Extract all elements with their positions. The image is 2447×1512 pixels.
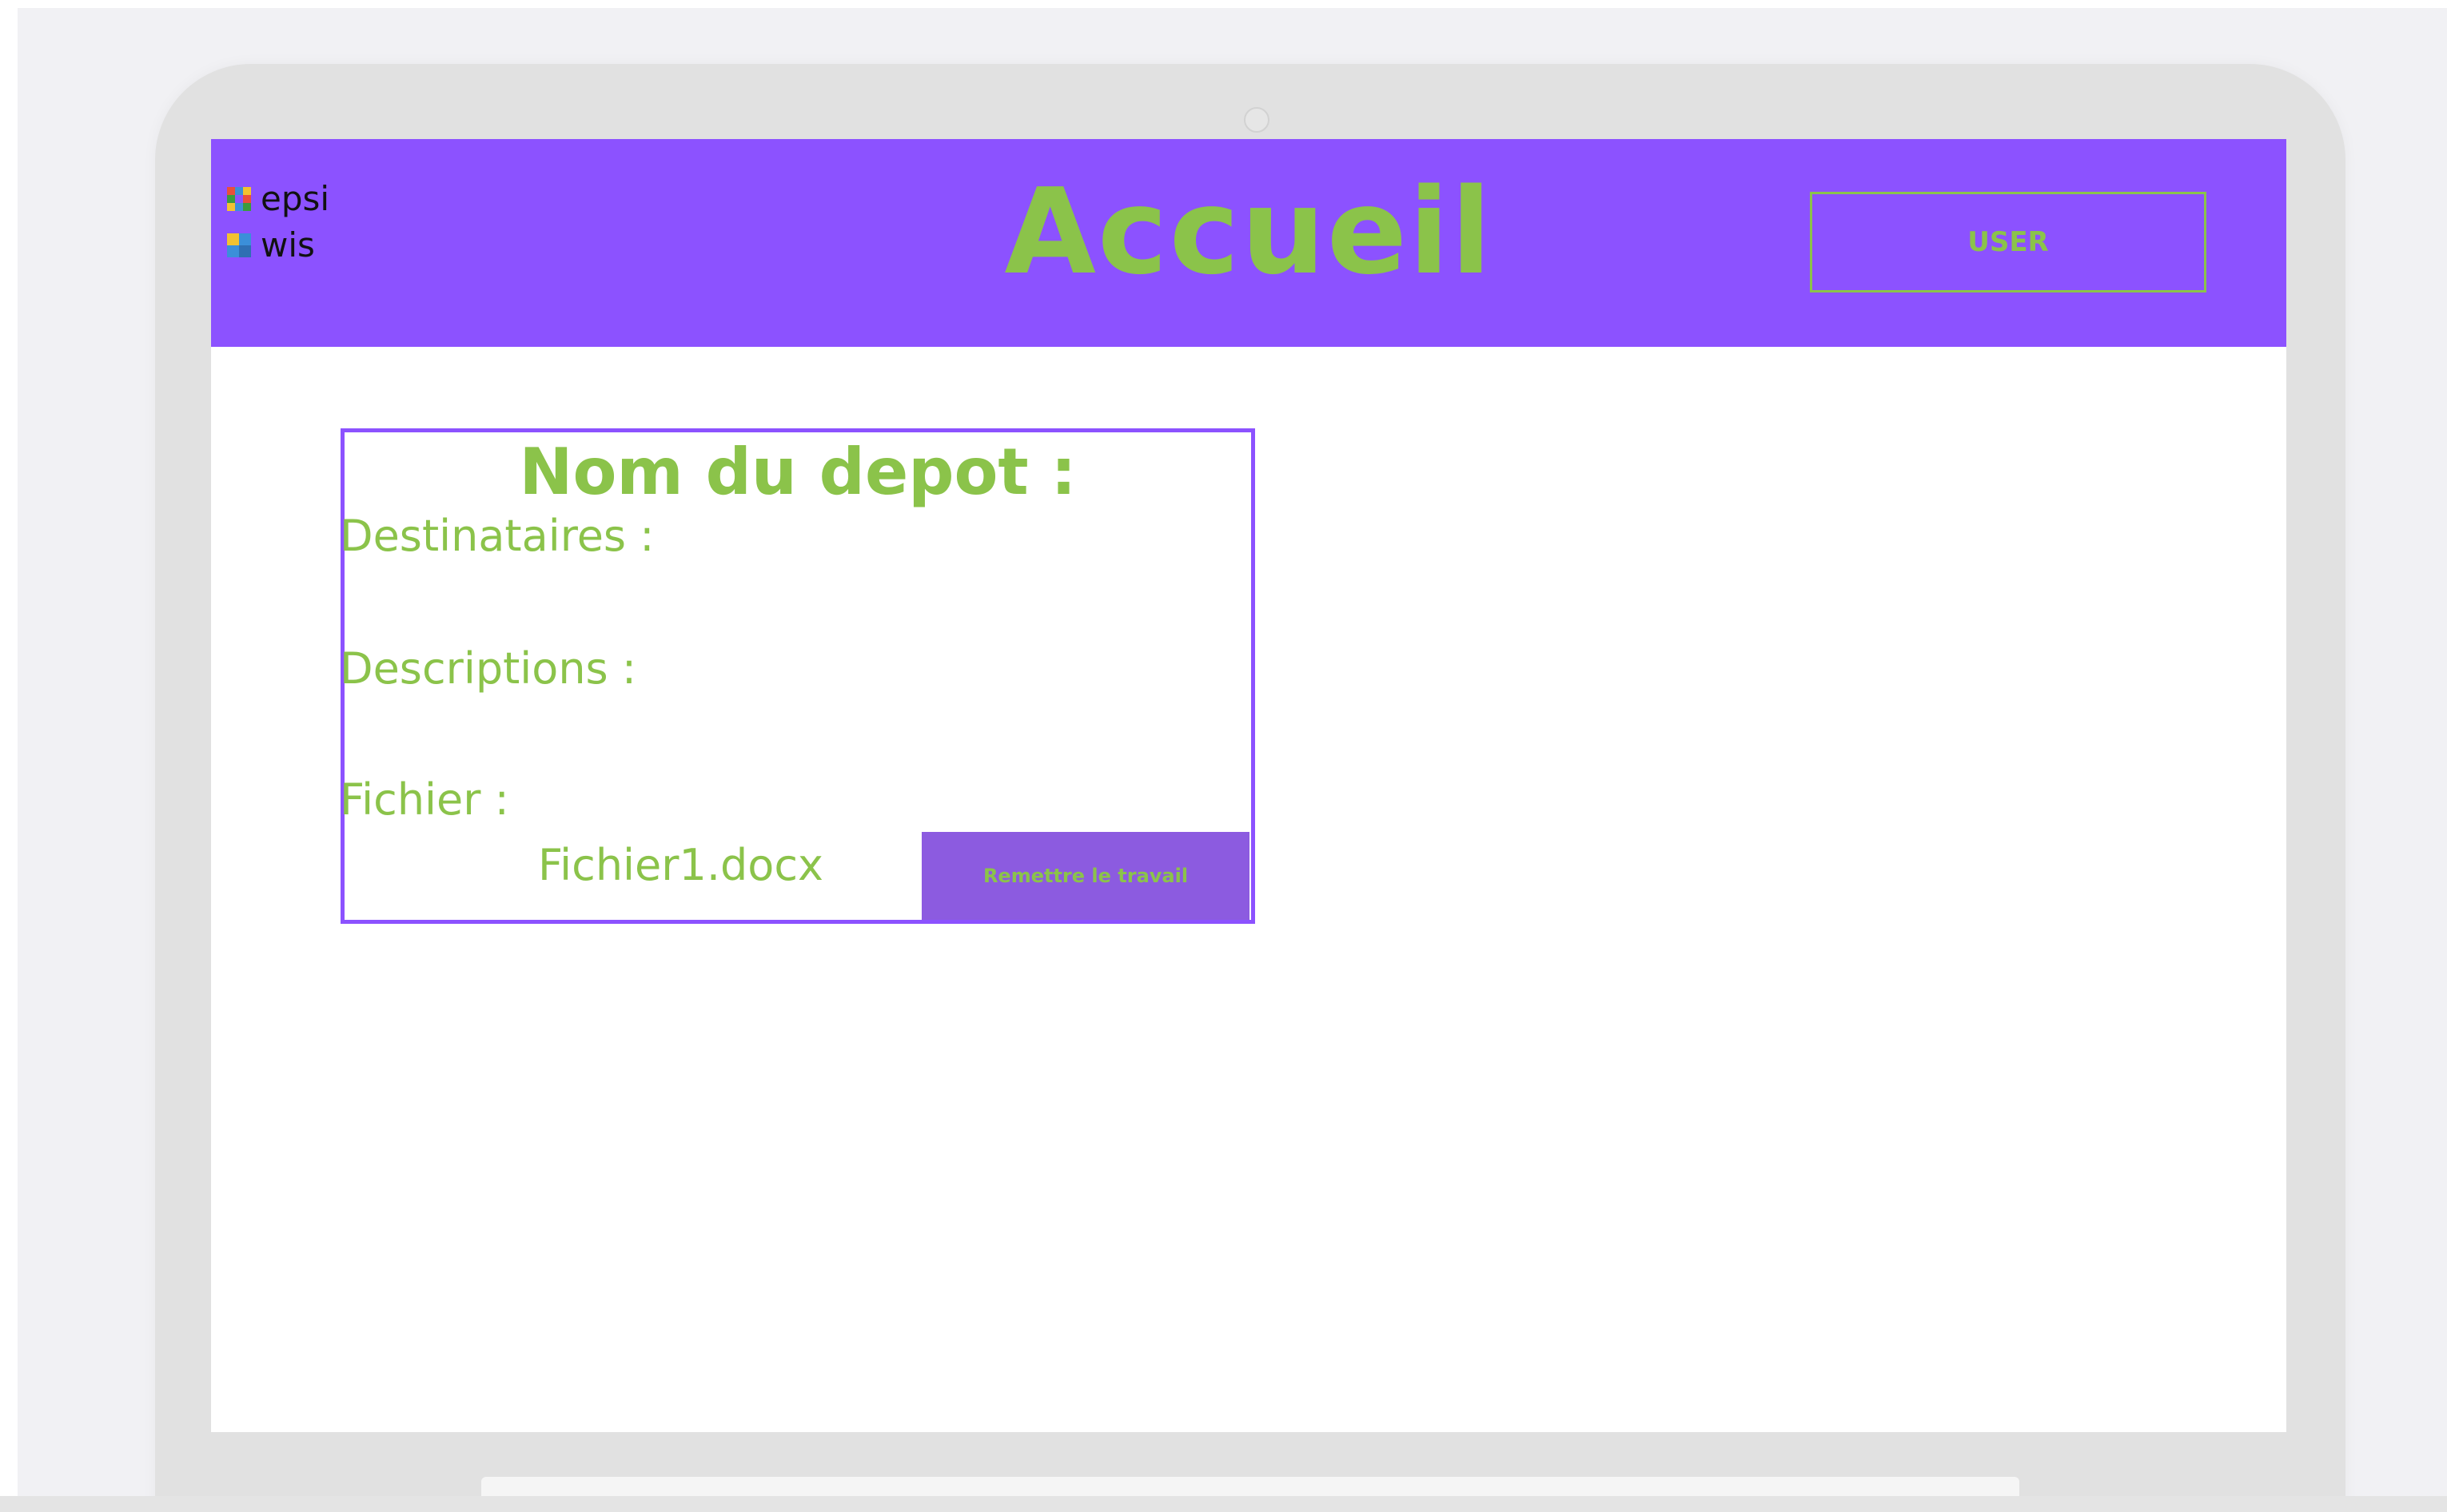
app-header: epsi wis Accueil USER — [211, 139, 2286, 347]
submit-work-button[interactable]: Remettre le travail — [922, 832, 1249, 920]
app-screen: epsi wis Accueil USER Nom du depot : Des… — [211, 139, 2286, 1432]
user-button[interactable]: USER — [1810, 192, 2206, 292]
camera-icon — [1244, 107, 1269, 133]
depot-name-title: Nom du depot : — [519, 435, 1077, 509]
attached-file-link[interactable]: Fichier1.docx — [538, 840, 823, 892]
file-label: Fichier : — [340, 774, 509, 825]
recipients-label: Destinataires : — [340, 511, 655, 561]
description-label: Descriptions : — [340, 643, 637, 694]
laptop-base — [0, 1496, 2447, 1512]
laptop-base-notch — [481, 1477, 2019, 1498]
page: epsi wis Accueil USER Nom du depot : Des… — [0, 0, 2447, 1512]
depot-card: Nom du depot : Destinataires : Descripti… — [340, 428, 1255, 924]
